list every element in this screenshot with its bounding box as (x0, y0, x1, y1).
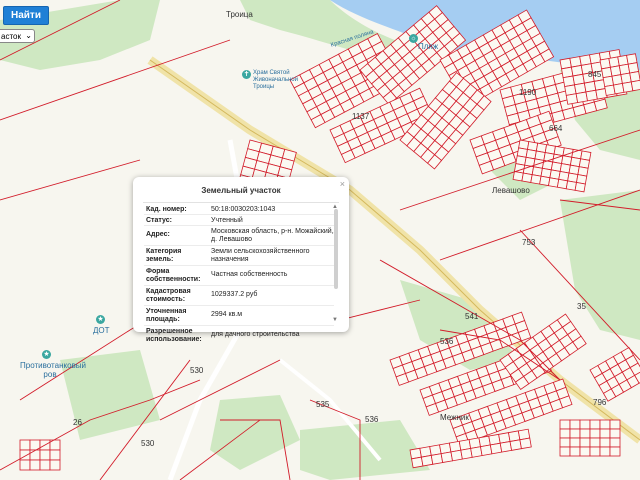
parcel-number: 26 (73, 418, 82, 427)
close-icon[interactable]: × (340, 179, 345, 189)
info-row-land-category: Категория земель: Земли сельскохозяйстве… (144, 246, 334, 266)
church-icon: ✝ (242, 70, 251, 79)
info-key: Разрешенное использование: (146, 328, 202, 342)
info-value: 2994 кв.м (211, 311, 243, 318)
parcel-number: 753 (522, 238, 536, 247)
parcel-number: 536 (440, 337, 454, 346)
object-type-select[interactable]: асток ⌄ (0, 29, 35, 43)
info-key: Кадастровая стоимость: (146, 288, 191, 303)
find-button[interactable]: Найти (3, 6, 49, 25)
info-key: Адрес: (146, 231, 170, 238)
parcel-number: 530 (141, 439, 155, 448)
info-value: 50:18:0030203:1043 (211, 206, 276, 213)
place-label-dot: ДОТ (93, 326, 110, 335)
parcel-number: 535 (316, 400, 330, 409)
place-label-antitank-trench: Противотанковый ров (20, 361, 86, 379)
popup-title: Земельный участок (201, 186, 281, 195)
beach-icon: ☼ (409, 34, 418, 43)
parcel-number: 530 (190, 366, 204, 375)
chevron-down-icon: ⌄ (25, 31, 32, 40)
info-key: Уточненная площадь: (146, 308, 187, 323)
bunker-icon: ★ (96, 315, 105, 324)
popup-scrollbar[interactable] (334, 209, 338, 289)
info-row-status: Статус: Учтенный (144, 215, 334, 226)
parcel-number: 536 (365, 415, 379, 424)
divider (143, 202, 339, 203)
info-key: Категория земель: (146, 248, 182, 263)
parcel-number: 664 (549, 124, 563, 133)
info-row-permitted-use: Разрешенное использование: для дачного с… (144, 326, 334, 342)
parcel-number: 1137 (352, 112, 370, 121)
object-type-value: асток (1, 31, 21, 41)
parcel-info-popup: Земельный участок × Кад. номер: 50:18:00… (133, 177, 349, 342)
info-row-cadastral-number: Кад. номер: 50:18:0030203:1043 (144, 204, 334, 215)
info-key: Форма собственности: (146, 268, 201, 283)
info-row-cadastral-value: Кадастровая стоимость: 1029337.2 руб (144, 286, 334, 306)
place-label-levashovo: Левашово (492, 186, 530, 195)
info-value: Земли сельскохозяйственного назначения (211, 248, 310, 263)
place-label-mezhnik: Межник (440, 413, 469, 422)
parcel-number: 1190 (519, 88, 537, 97)
info-value: для дачного строительства (211, 331, 300, 338)
info-value: Частная собственность (211, 271, 288, 278)
info-key: Кад. номер: (146, 206, 187, 213)
popup-info-table: Кад. номер: 50:18:0030203:1043 Статус: У… (144, 204, 334, 342)
place-label-beach: Пляж (418, 42, 439, 51)
place-label-church: Храм Святой Живоначальной Троицы (253, 70, 298, 90)
info-row-ownership: Форма собственности: Частная собственнос… (144, 266, 334, 286)
info-row-area: Уточненная площадь: 2994 кв.м (144, 306, 334, 326)
info-value: 1029337.2 руб (211, 291, 258, 298)
info-value: Учтенный (211, 217, 243, 224)
parcel-number: 796 (593, 398, 607, 407)
parcel-number: 35 (577, 302, 586, 311)
parcel-number: 845 (588, 70, 602, 79)
info-key: Статус: (146, 217, 172, 224)
info-row-address: Адрес: Московская область, р-н. Можайски… (144, 226, 334, 246)
trench-icon: ★ (42, 350, 51, 359)
scroll-down-icon[interactable]: ▼ (332, 317, 338, 323)
info-value: Московская область, р-н. Можайский, д. Л… (211, 228, 334, 243)
parcel-number: 541 (465, 312, 479, 321)
place-label-troitsa: Троица (226, 10, 253, 19)
